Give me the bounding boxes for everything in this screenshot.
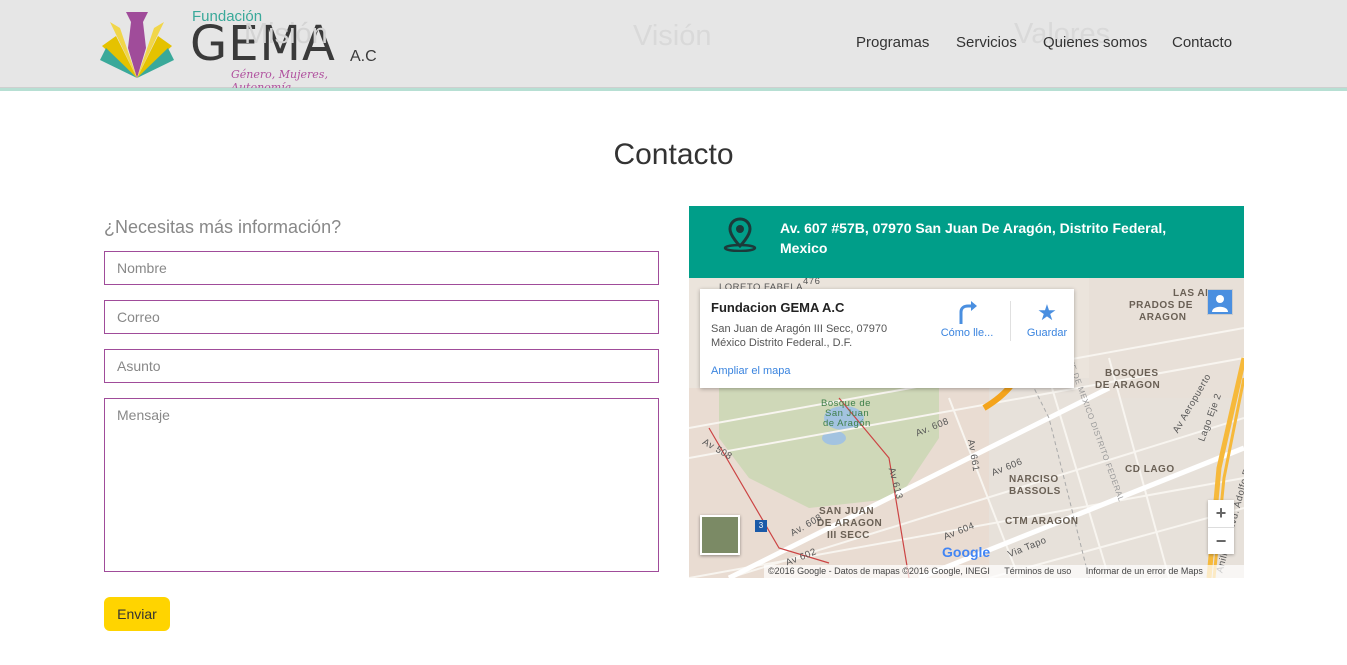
save-button[interactable]: ★ Guardar	[1012, 299, 1082, 339]
subject-input[interactable]: Asunto	[104, 349, 659, 383]
map-label-476: 476	[803, 278, 821, 287]
logo-mark-icon	[100, 12, 174, 78]
save-label: Guardar	[1026, 327, 1068, 339]
infobox-separator	[1010, 301, 1011, 341]
infobox-title: Fundacion GEMA A.C	[711, 300, 845, 315]
address-text: Av. 607 #57B, 07970 San Juan De Aragón, …	[780, 220, 1167, 256]
directions-icon	[959, 301, 977, 324]
enlarge-map-link[interactable]: Ampliar el mapa	[711, 365, 790, 377]
logo[interactable]: Fundación GEMA A.C Género, Mujeres, Auto…	[98, 6, 388, 94]
map-label-cd-lago: CD LAGO	[1125, 464, 1175, 475]
email-input[interactable]: Correo	[104, 300, 659, 334]
map-label-prados: PRADOS DE	[1129, 300, 1193, 311]
zoom-control: + −	[1208, 500, 1234, 554]
report-error-link[interactable]: Informar de un error de Maps	[1086, 566, 1203, 576]
map-label-bosques: BOSQUES	[1105, 368, 1159, 379]
infobox-address-line2: México Distrito Federal., D.F.	[711, 337, 853, 349]
page-title: Contacto	[613, 138, 734, 171]
zoom-in-button[interactable]: +	[1208, 500, 1234, 527]
embedded-map[interactable]: PRADOS DE ARAGON LAS AR BOSQUES DE ARAGO…	[689, 278, 1244, 578]
map-attribution: ©2016 Google - Datos de mapas ©2016 Goog…	[764, 565, 1244, 578]
terms-link[interactable]: Términos de uso	[1004, 566, 1071, 576]
infobox-address-line1: San Juan de Aragón III Secc, 07970	[711, 323, 888, 335]
nav-programas[interactable]: Programas	[856, 34, 929, 51]
map-label-aragon: ARAGON	[1139, 312, 1187, 323]
nav-contacto[interactable]: Contacto	[1172, 34, 1232, 51]
directions-label: Cómo lle...	[940, 327, 994, 339]
map-label-de-aragon: DE ARAGON	[1095, 380, 1161, 391]
map-label-san-juan: SAN JUAN	[819, 506, 875, 517]
street-view-button[interactable]	[1207, 289, 1233, 315]
ghost-mision-text: Misión	[244, 18, 328, 50]
zoom-out-button[interactable]: −	[1208, 528, 1234, 555]
map-label-narciso: NARCISO	[1009, 474, 1059, 485]
submit-button[interactable]: Enviar	[104, 597, 170, 631]
satellite-toggle[interactable]	[700, 515, 740, 555]
map-label-ctm: CTM ARAGON	[1005, 516, 1079, 527]
star-icon: ★	[1037, 300, 1057, 325]
infobox-address: San Juan de Aragón III Secc, 07970 Méxic…	[711, 322, 887, 350]
ghost-vision-text: Visión	[633, 20, 712, 52]
header-divider	[0, 88, 1347, 91]
logo-ac-text: A.C	[350, 48, 377, 65]
attribution-text: ©2016 Google - Datos de mapas ©2016 Goog…	[768, 566, 990, 576]
message-textarea[interactable]: Mensaje	[104, 398, 659, 572]
person-icon	[1208, 290, 1232, 314]
location-pin-icon	[723, 217, 757, 252]
map-label-bassols: BASSOLS	[1009, 486, 1061, 497]
nav-servicios[interactable]: Servicios	[956, 34, 1017, 51]
nav-quienes-somos[interactable]: Quienes somos	[1043, 34, 1147, 51]
google-logo: Google	[942, 544, 991, 560]
map-infobox: Fundacion GEMA A.C San Juan de Aragón II…	[700, 289, 1074, 388]
address-panel: Av. 607 #57B, 07970 San Juan De Aragón, …	[689, 206, 1244, 278]
map-label-iii-secc: III SECC	[827, 530, 870, 541]
name-input[interactable]: Nombre	[104, 251, 659, 285]
map-label-de-aragon-2: DE ARAGON	[817, 518, 883, 529]
route-3-badge: 3	[755, 520, 767, 532]
directions-button[interactable]: Cómo lle...	[932, 299, 1002, 339]
site-header: Fundación GEMA A.C Género, Mujeres, Auto…	[0, 0, 1347, 94]
map-label-de-aragon-park: de Aragón	[823, 418, 871, 429]
form-heading: ¿Necesitas más información?	[104, 217, 342, 237]
